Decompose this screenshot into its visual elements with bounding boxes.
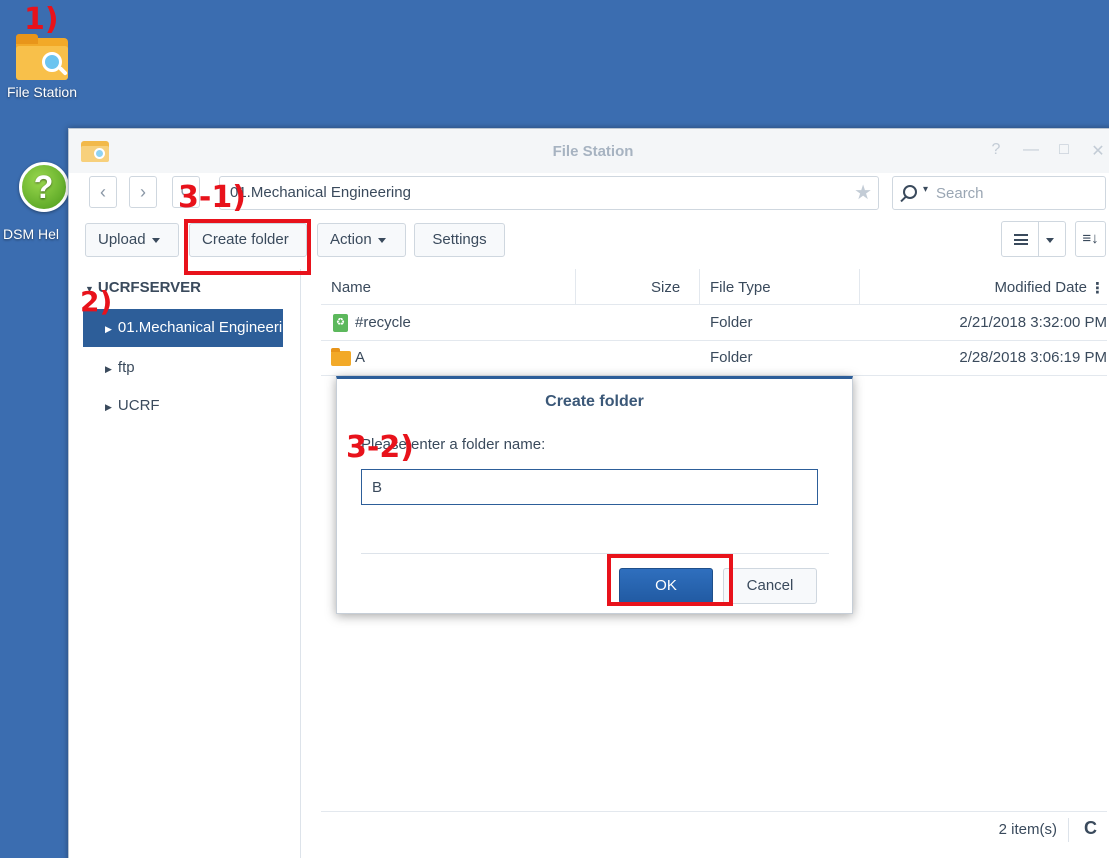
step-label-2: 2) <box>80 285 113 318</box>
forward-button[interactable]: › <box>129 176 157 208</box>
step-label-3-1: 3-1) <box>178 180 246 215</box>
list-view-icon <box>1014 234 1028 245</box>
file-modified-date: 2/21/2018 3:32:00 PM <box>959 314 1107 331</box>
caret-down-icon <box>151 237 160 243</box>
column-header-name[interactable]: Name <box>331 279 371 296</box>
dialog-title: Create folder <box>545 393 644 410</box>
caret-down-icon <box>377 237 386 243</box>
close-icon[interactable]: ✕ <box>1091 141 1105 161</box>
settings-button[interactable]: Settings <box>414 223 505 257</box>
file-name: A <box>355 349 366 366</box>
file-type: Folder <box>710 349 753 366</box>
help-window-icon[interactable]: ? <box>989 141 1003 161</box>
maximize-icon[interactable]: □ <box>1057 141 1071 161</box>
view-mode-button[interactable] <box>1001 221 1066 257</box>
window-title: File Station <box>552 143 634 160</box>
column-header-size[interactable]: Size <box>651 279 680 296</box>
reload-icon[interactable]: C <box>1084 818 1097 839</box>
minimize-icon[interactable]: — <box>1023 141 1039 161</box>
column-menu-icon[interactable]: ⋮ <box>1090 279 1105 297</box>
action-label: Action <box>330 231 372 248</box>
step-label-1: 1) <box>24 2 59 37</box>
tree-item-label: ftp <box>117 359 135 376</box>
upload-button[interactable]: Upload <box>85 223 179 257</box>
column-header-modified-date[interactable]: Modified Date <box>994 279 1087 296</box>
status-bar: 2 item(s) C <box>321 811 1107 847</box>
search-input[interactable] <box>936 177 1096 209</box>
sort-icon: ≡↓ <box>1082 230 1099 247</box>
folder-tree: ▼ UCRFSERVER ▶ 01.Mechanical Engineering ▶… <box>69 269 301 858</box>
window-titlebar[interactable]: File Station ? — □ ✕ <box>69 129 1109 173</box>
current-path: 01.Mechanical Engineering <box>230 184 411 201</box>
caret-down-icon[interactable] <box>1046 238 1054 243</box>
search-box[interactable]: ▾ <box>892 176 1106 210</box>
collapse-arrow-icon[interactable]: ▶ <box>105 364 112 374</box>
create-folder-dialog: Create folder Please enter a folder name… <box>336 376 853 614</box>
item-count: 2 item(s) <box>998 821 1057 838</box>
cancel-button[interactable]: Cancel <box>723 568 817 604</box>
table-row[interactable]: A Folder 2/28/2018 3:06:19 PM <box>321 340 1107 376</box>
recycle-icon: ♻ <box>333 314 348 332</box>
tree-item-label: UCRF <box>117 397 160 414</box>
chevron-left-icon: ‹ <box>100 182 106 202</box>
sort-button[interactable]: ≡↓ <box>1075 221 1106 257</box>
tree-root-label: UCRFSERVER <box>97 279 201 296</box>
back-button[interactable]: ‹ <box>89 176 117 208</box>
highlight-create-folder <box>184 219 311 275</box>
folder-icon <box>331 348 351 366</box>
path-bar[interactable]: 01.Mechanical Engineering ★ <box>219 176 879 210</box>
star-icon[interactable]: ★ <box>854 177 872 209</box>
tree-item-ftp[interactable]: ▶ ftp <box>83 349 283 387</box>
highlight-ok-button <box>607 554 733 606</box>
desktop-file-station-label: File Station <box>6 84 78 100</box>
column-header-file-type[interactable]: File Type <box>710 279 771 296</box>
file-station-icon <box>14 32 70 82</box>
file-table-header: Name Size File Type Modified Date ⋮ <box>321 269 1107 305</box>
search-options-caret-icon[interactable]: ▾ <box>923 184 928 195</box>
chevron-right-icon: › <box>140 182 146 202</box>
file-name: #recycle <box>355 314 411 331</box>
folder-name-input[interactable] <box>361 469 818 505</box>
settings-label: Settings <box>432 231 487 248</box>
help-icon: ? <box>18 162 69 212</box>
upload-label: Upload <box>98 231 146 248</box>
collapse-arrow-icon[interactable]: ▶ <box>105 324 112 334</box>
file-type: Folder <box>710 314 753 331</box>
desktop-file-station-shortcut[interactable]: File Station <box>0 32 88 100</box>
table-row[interactable]: ♻ #recycle Folder 2/21/2018 3:32:00 PM <box>321 305 1107 341</box>
step-label-3-2: 3-2) <box>346 430 414 465</box>
action-button[interactable]: Action <box>317 223 406 257</box>
tree-item-label: 01.Mechanical Engineering <box>117 319 283 336</box>
search-icon[interactable] <box>903 185 917 199</box>
window-controls: ? — □ ✕ <box>989 141 1105 161</box>
collapse-arrow-icon[interactable]: ▶ <box>105 402 112 412</box>
tree-item-ucrf[interactable]: ▶ UCRF <box>83 387 283 425</box>
tree-item-mechanical-engineering[interactable]: ▶ 01.Mechanical Engineering <box>83 309 283 347</box>
file-modified-date: 2/28/2018 3:06:19 PM <box>959 349 1107 366</box>
